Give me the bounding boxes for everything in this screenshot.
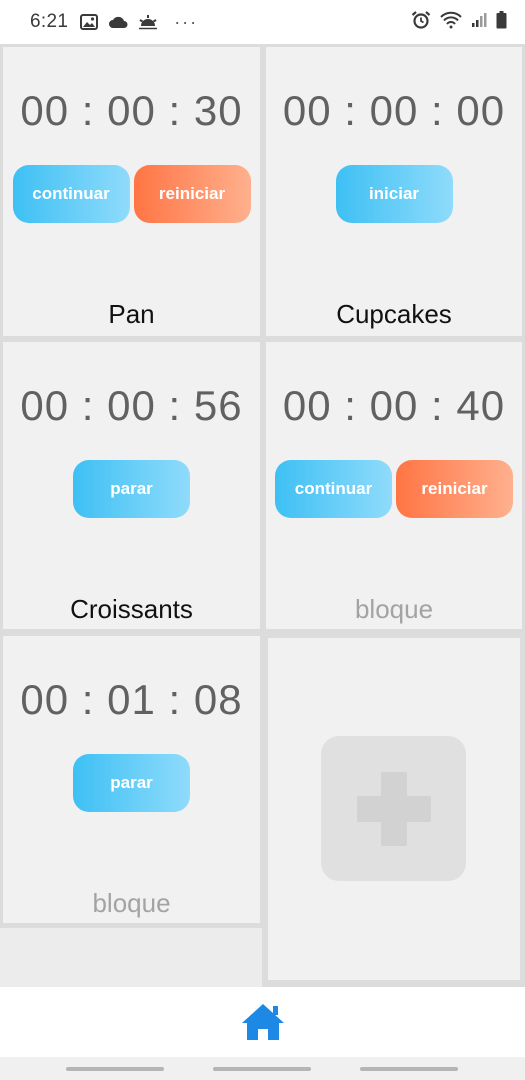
restart-button[interactable]: reiniciar xyxy=(133,165,251,223)
timer-card-bloque-1: 00 : 00 : 40 continuar reiniciar bloque xyxy=(266,342,522,629)
timer-display: 00 : 01 : 08 xyxy=(20,676,243,723)
timer-name: Croissants xyxy=(70,594,193,624)
cloud-icon xyxy=(108,15,128,29)
timer-name: Pan xyxy=(108,299,155,329)
home-icon[interactable] xyxy=(240,1002,286,1042)
timer-display: 00 : 00 : 40 xyxy=(282,382,506,429)
gesture-line xyxy=(66,1067,164,1071)
timer-card-cupcakes: 00 : 00 : 00 iniciar Cupcakes xyxy=(266,47,522,336)
gesture-bar xyxy=(0,1057,525,1080)
timer-name: bloque xyxy=(92,888,171,918)
empty-cell xyxy=(0,928,262,987)
alarm-icon xyxy=(411,10,431,34)
timer-display: 00 : 00 : 30 xyxy=(20,87,243,134)
battery-icon xyxy=(496,10,507,34)
start-button[interactable]: iniciar xyxy=(335,165,453,223)
signal-icon xyxy=(471,12,487,33)
wifi-icon xyxy=(440,11,462,34)
status-time: 6:21 xyxy=(30,11,69,32)
timer-card-croissants: 00 : 00 : 56 parar Croissants xyxy=(3,342,260,629)
timer-card-pan: 00 : 00 : 30 continuar reiniciar Pan xyxy=(3,47,260,336)
stop-button[interactable]: parar xyxy=(73,754,190,812)
weather-icon xyxy=(138,14,158,30)
image-icon xyxy=(80,14,99,30)
restart-button[interactable]: reiniciar xyxy=(396,460,513,518)
continue-button[interactable]: continuar xyxy=(275,460,392,518)
timer-display: 00 : 00 : 56 xyxy=(20,382,243,429)
bottom-nav xyxy=(0,987,525,1057)
timer-display: 00 : 00 : 00 xyxy=(282,87,506,134)
timer-name: Cupcakes xyxy=(336,299,452,329)
add-timer-button[interactable] xyxy=(321,736,466,881)
gesture-line xyxy=(360,1067,458,1071)
timer-card-bloque-2: 00 : 01 : 08 parar bloque xyxy=(3,636,260,923)
stop-button[interactable]: parar xyxy=(73,460,190,518)
gesture-line xyxy=(213,1067,311,1071)
continue-button[interactable]: continuar xyxy=(12,165,130,223)
status-bar: 6:21 ··· xyxy=(0,0,525,44)
timer-name: bloque xyxy=(354,594,434,624)
overflow-dots: ··· xyxy=(174,11,199,32)
